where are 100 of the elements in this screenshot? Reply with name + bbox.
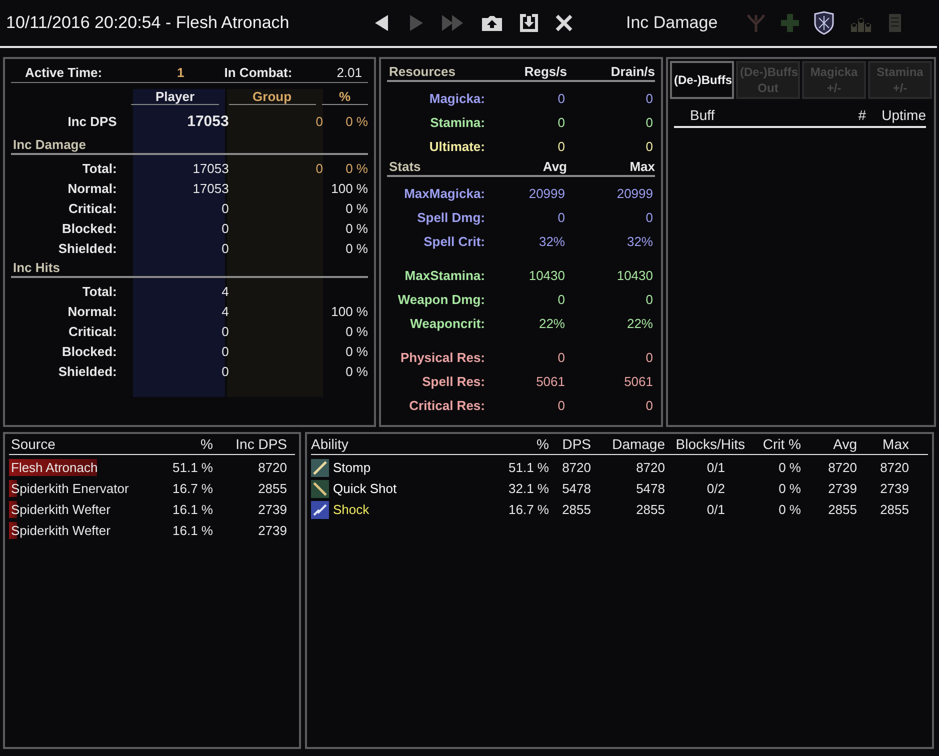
table-cell-text: 0/1	[706, 502, 726, 517]
table-cell-text: 51.1 %	[508, 460, 549, 475]
table-cell-text: 16.1 %	[172, 523, 213, 538]
table-cell-text: 2739	[827, 481, 857, 496]
table-cell-text: 32%	[538, 234, 565, 248]
table-cell-text: 0	[556, 292, 565, 306]
table-cell: 0 %	[346, 324, 368, 338]
table-cell-text: 0	[644, 292, 653, 306]
arrow-icon	[311, 480, 329, 498]
table-cell-text: 0	[556, 210, 565, 224]
column-header: Source	[10, 436, 56, 452]
table-cell-text: 0	[644, 350, 653, 364]
row-label: Magicka:	[428, 90, 485, 106]
column-header: DPS	[561, 436, 591, 452]
save-icon	[518, 12, 540, 34]
lightning-icon	[311, 500, 329, 518]
column-header: Player	[131, 89, 219, 105]
column-header: Max	[628, 159, 655, 174]
sword-icon	[311, 458, 329, 476]
table-cell-text: 0	[556, 114, 565, 130]
table-cell: 0	[222, 324, 229, 338]
column-header: Max	[882, 436, 909, 452]
column-header: Buff	[689, 107, 716, 123]
table-cell-text: 2739	[257, 502, 287, 517]
tree-icon	[745, 12, 767, 34]
row-label: Spell Res:	[421, 374, 485, 388]
row-label: Total:	[81, 160, 117, 176]
table-cell-text: 5061	[535, 374, 565, 388]
row-label: Shielded:	[57, 364, 117, 378]
row-label: Spell Crit:	[422, 234, 485, 248]
table-cell-text: 2855	[635, 502, 665, 517]
row-label: Shielded:	[57, 240, 117, 256]
row-label: Normal:	[66, 180, 117, 196]
table-cell: 0 %	[346, 160, 368, 176]
table-cell: 100 %	[331, 180, 368, 196]
source-name[interactable]: Spiderkith Wefter	[11, 523, 110, 538]
mode-label: Inc Damage	[626, 13, 719, 33]
table-cell-text: 0 %	[778, 460, 801, 475]
table-cell-text: 2855	[879, 502, 909, 517]
row-label: MaxMagicka:	[403, 186, 485, 200]
table-cell: 4	[222, 284, 229, 298]
column-header: Uptime	[880, 107, 926, 123]
row-label: Blocked:	[60, 220, 117, 236]
table-cell-text: 0/1	[706, 460, 726, 475]
stat-value: 2.01	[336, 65, 362, 80]
tab[interactable]: (De-)Buffs	[670, 61, 734, 99]
table-cell-text: 0	[644, 398, 653, 412]
table-cell-text: 0 %	[778, 481, 801, 496]
column-header: %	[536, 436, 549, 452]
row-label: Total:	[81, 284, 117, 298]
table-cell: 0 %	[346, 364, 368, 378]
section-header: Inc Hits	[11, 258, 368, 278]
source-name[interactable]: Flesh Atronach	[11, 460, 98, 475]
row-label: Blocked:	[60, 344, 117, 358]
table-cell-text: 10430	[528, 268, 565, 282]
column-header: Avg	[832, 436, 857, 452]
column-header: Ability	[311, 436, 350, 452]
table-cell: 0	[316, 160, 323, 176]
table-cell-text: 0	[644, 114, 653, 130]
table-cell-text: 10430	[616, 268, 653, 282]
column-header: Resources	[388, 64, 456, 79]
table-cell-text: 17053	[186, 112, 229, 130]
ability-name[interactable]: Quick Shot	[333, 481, 397, 496]
column-header: Drain/s	[610, 64, 655, 79]
ability-name[interactable]: Stomp	[333, 460, 371, 475]
row-label: Ultimate:	[428, 138, 485, 154]
column-header: #	[857, 107, 866, 123]
table-cell-text: 20999	[528, 186, 565, 200]
row-label: Critical Res:	[408, 398, 485, 412]
source-name[interactable]: Spiderkith Enervator	[11, 481, 129, 496]
table-cell-text: 0	[644, 90, 653, 106]
table-cell-text: 32%	[626, 234, 653, 248]
row-label: Inc DPS	[66, 114, 117, 128]
table-cell-text: 2855	[257, 481, 287, 496]
ability-name[interactable]: Shock	[333, 502, 370, 517]
table-cell: 0	[222, 364, 229, 378]
row-label: Normal:	[66, 304, 117, 318]
table-cell-text: 0	[556, 350, 565, 364]
table-cell-text: 0 %	[778, 502, 801, 517]
source-name[interactable]: Spiderkith Wefter	[11, 502, 110, 517]
column-header: Inc DPS	[234, 436, 287, 452]
table-cell: 17053	[192, 180, 229, 196]
table-cell-text: 0	[556, 138, 565, 154]
table-cell-text: 0	[644, 210, 653, 224]
table-cell-text: 0	[314, 114, 323, 128]
column-header: %	[200, 436, 213, 452]
column-header: Stats	[388, 159, 422, 174]
column-header: Regs/s	[523, 64, 567, 79]
table-cell-text: 0	[556, 398, 565, 412]
row-label: Physical Res:	[399, 350, 485, 364]
column-header: Group	[228, 89, 316, 105]
table-cell-text: 16.7 %	[508, 502, 549, 517]
stat-value: 1	[176, 65, 184, 80]
table-cell-text: 5478	[561, 481, 591, 496]
table-cell: 0 %	[346, 344, 368, 358]
table-cell-text: 8720	[827, 460, 857, 475]
table-cell: 0 %	[346, 220, 368, 236]
column-header: Avg	[542, 159, 567, 174]
column-header: %	[322, 89, 368, 105]
table-cell-text: 8720	[635, 460, 665, 475]
